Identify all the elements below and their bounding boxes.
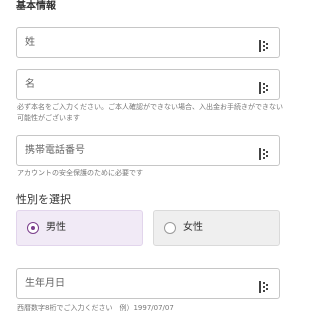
phone-field[interactable]: 携帯電話番号 [16, 135, 280, 166]
radio-selected-icon[interactable] [27, 222, 39, 234]
first-name-field[interactable]: 名 [16, 69, 280, 100]
password-dots-icon[interactable] [259, 278, 269, 293]
gender-option-label: 女性 [183, 222, 203, 233]
gender-option-male[interactable]: 男性 [16, 210, 143, 246]
gender-option-female[interactable]: 女性 [153, 210, 280, 246]
birthdate-note: 西暦数字8桁でご入力ください 例）1997/07/07 [17, 304, 174, 312]
gender-option-label: 男性 [46, 222, 66, 233]
phone-note: アカウントの安全保護のために必要です [17, 169, 143, 177]
password-dots-icon[interactable] [259, 37, 269, 52]
birthdate-placeholder: 生年月日 [25, 278, 65, 289]
last-name-placeholder: 姓 [25, 37, 35, 48]
password-dots-icon[interactable] [259, 145, 269, 160]
first-name-placeholder: 名 [25, 79, 35, 90]
gender-title: 性別を選択 [16, 193, 71, 206]
phone-placeholder: 携帯電話番号 [25, 145, 85, 156]
name-note-line1: 必ず本名をご入力ください。ご本人確認ができない場合、入出金お手続きができない [17, 103, 283, 111]
birthdate-field[interactable]: 生年月日 [16, 268, 280, 299]
password-dots-icon[interactable] [259, 79, 269, 94]
last-name-field[interactable]: 姓 [16, 27, 280, 58]
radio-unselected-icon[interactable] [164, 222, 176, 234]
name-note-line2: 可能性がございます [17, 114, 80, 122]
section-title: 基本情報 [16, 1, 56, 12]
